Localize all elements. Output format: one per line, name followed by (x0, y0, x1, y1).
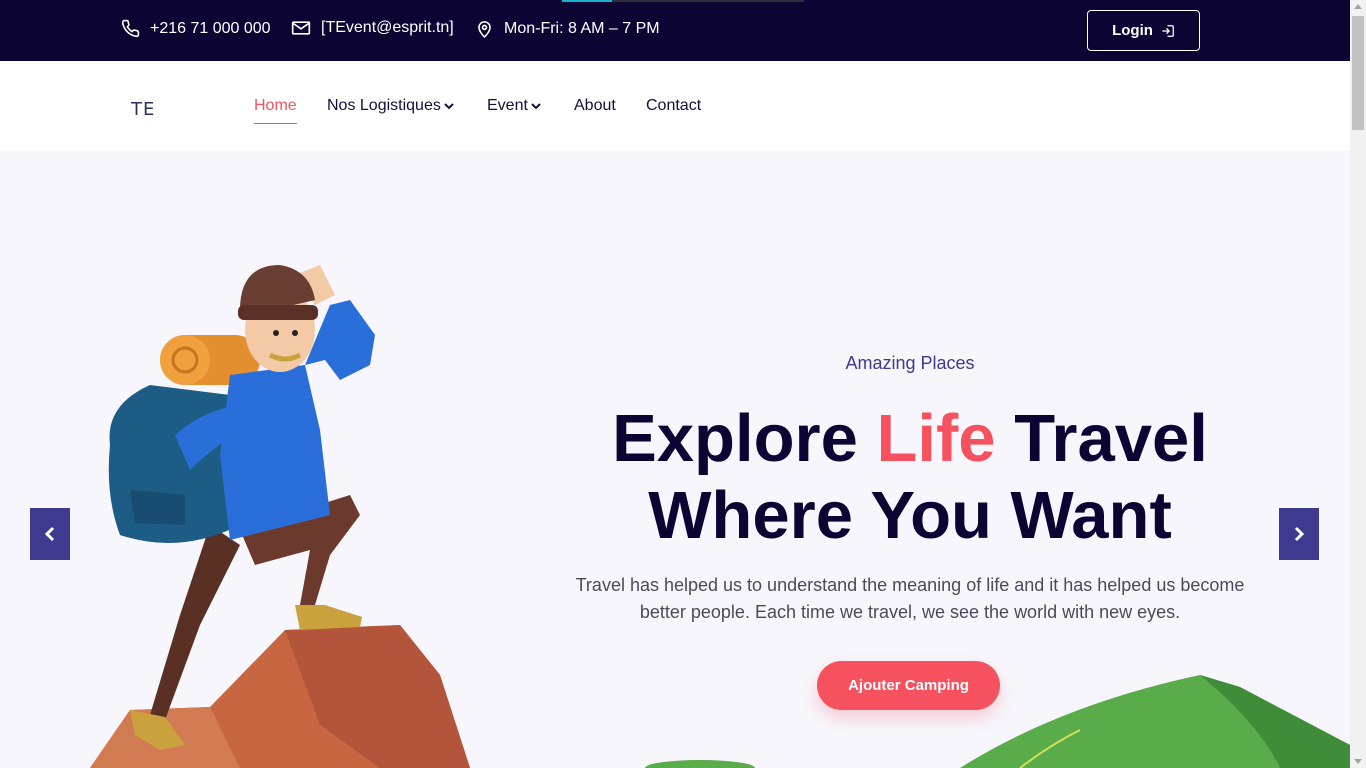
nav-item-event[interactable]: Event (487, 97, 541, 115)
phone-icon (121, 19, 140, 38)
scroll-down-arrow[interactable] (1354, 759, 1362, 764)
nav-item-label: Event (487, 97, 528, 114)
site-logo[interactable]: TE (131, 99, 155, 120)
mail-icon (291, 21, 311, 35)
login-label: Login (1112, 22, 1153, 39)
hero-title: Explore Life Travel Where You Want (560, 400, 1260, 554)
nav-item-label: Nos Logistiques (327, 97, 441, 114)
hours-text: Mon-Fri: 8 AM – 7 PM (504, 20, 660, 37)
top-bar: +216 71 000 000 [TEvent@esprit.tn] Mon-F… (0, 0, 1350, 61)
nav-item-label: About (574, 97, 616, 114)
email-text: [TEvent@esprit.tn] (321, 19, 454, 36)
contact-hours: Mon-Fri: 8 AM – 7 PM (475, 19, 660, 39)
scroll-thumb[interactable] (1352, 16, 1364, 130)
contact-email[interactable]: [TEvent@esprit.tn] (291, 19, 454, 37)
nav-item-label: Contact (646, 97, 702, 114)
chevron-right-icon (1294, 526, 1305, 542)
hero-title-part1: Explore (612, 401, 877, 476)
chevron-down-icon (531, 103, 541, 110)
hero-title-part2: Travel (995, 401, 1208, 476)
page-scrollbar[interactable] (1350, 0, 1366, 768)
hero-description: Travel has helped us to understand the m… (575, 575, 1245, 622)
slider-prev-button[interactable] (30, 508, 70, 560)
login-icon (1162, 24, 1174, 37)
main-navbar: TE Home Nos Logistiques Event About Cont… (0, 61, 1350, 151)
nav-item-contact[interactable]: Contact (646, 97, 701, 115)
contact-phone[interactable]: +216 71 000 000 (121, 19, 271, 38)
top-accent-line-dark (612, 0, 804, 2)
hiker-illustration (90, 265, 470, 768)
nav-item-home[interactable]: Home (254, 97, 297, 124)
mountain-illustration (645, 675, 1350, 768)
location-icon (478, 21, 491, 38)
hero-title-line1: Explore Life Travel (560, 400, 1260, 477)
phone-text: +216 71 000 000 (150, 19, 271, 37)
hero-title-highlight: Life (876, 401, 996, 476)
nav-item-about[interactable]: About (574, 97, 616, 115)
nav-item-nos-logistiques[interactable]: Nos Logistiques (327, 97, 454, 115)
chevron-left-icon (44, 526, 55, 542)
hero-subtitle: Amazing Places (845, 353, 975, 373)
hero-title-line2: Where You Want (648, 478, 1172, 553)
nav-item-label: Home (254, 97, 297, 114)
chevron-down-icon (444, 103, 454, 110)
slider-next-button[interactable] (1279, 508, 1319, 560)
login-button[interactable]: Login (1087, 10, 1200, 51)
top-accent-line (562, 0, 612, 2)
scroll-up-arrow[interactable] (1354, 4, 1362, 9)
